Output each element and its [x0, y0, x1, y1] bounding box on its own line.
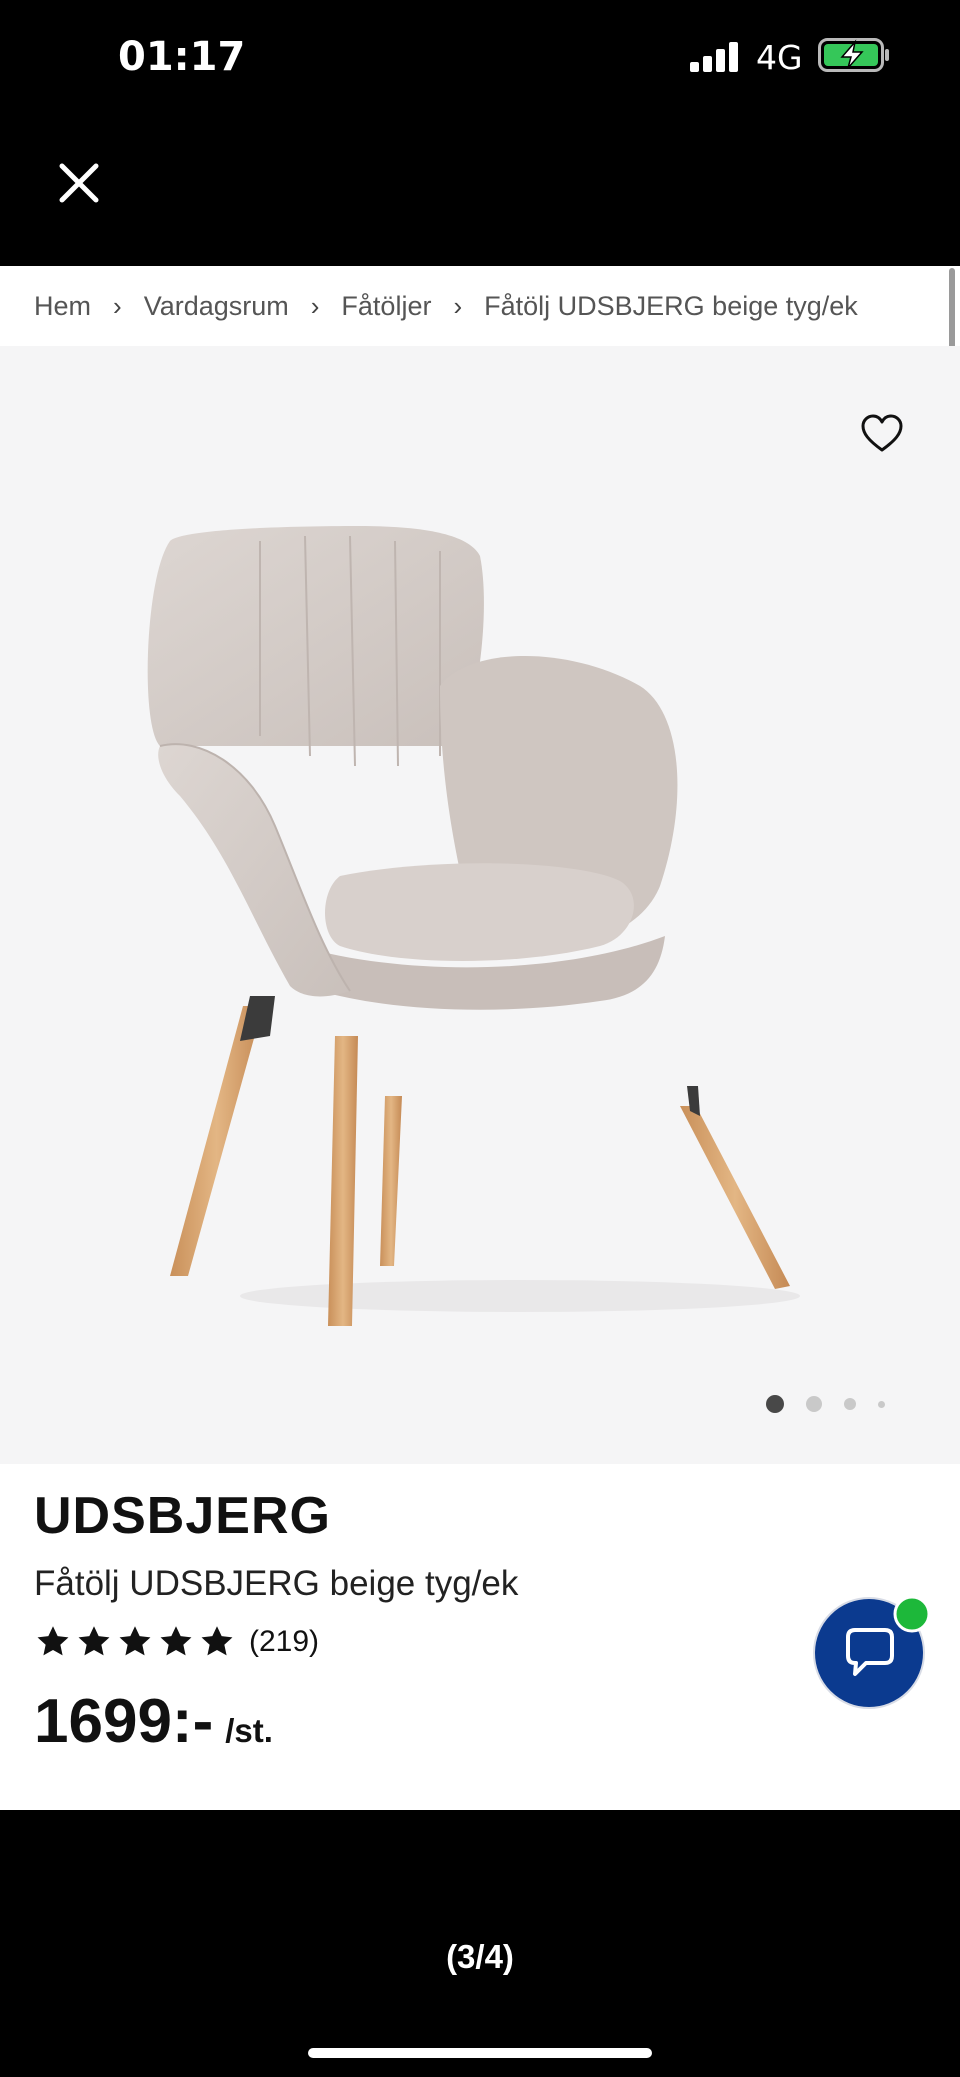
star-icon	[119, 1626, 151, 1656]
close-button[interactable]	[54, 158, 104, 208]
cellular-signal-icon	[690, 42, 738, 72]
product-brand: UDSBJERG	[34, 1487, 331, 1545]
breadcrumb-item-fatoljer[interactable]: Fåtöljer	[341, 291, 431, 322]
favorite-button[interactable]	[860, 414, 904, 454]
chevron-right-icon: ›	[113, 290, 122, 321]
pager-dot-1[interactable]	[766, 1395, 784, 1413]
product-gallery[interactable]	[0, 346, 960, 1464]
star-icon	[201, 1626, 233, 1656]
star-icon	[78, 1626, 110, 1656]
close-icon	[59, 163, 99, 203]
star-icon	[160, 1626, 192, 1656]
breadcrumb-item-current: Fåtölj UDSBJERG beige tyg/ek	[484, 290, 858, 321]
price-amount: 1699:-	[34, 1687, 214, 1756]
breadcrumb: Hem › Vardagsrum › Fåtöljer › Fåtölj UDS…	[34, 266, 858, 346]
heart-outline-icon	[861, 414, 903, 452]
online-status-dot	[893, 1595, 931, 1633]
home-indicator[interactable]	[308, 2048, 652, 2058]
breadcrumb-item-vardagsrum[interactable]: Vardagsrum	[144, 291, 289, 322]
chat-button[interactable]	[806, 1590, 932, 1716]
price-unit: /st.	[225, 1712, 273, 1749]
status-time: 01:17	[118, 34, 246, 80]
gallery-pager	[766, 1392, 907, 1416]
star-icon	[37, 1626, 69, 1656]
product-rating[interactable]: (219)	[34, 1624, 319, 1660]
chevron-right-icon: ›	[310, 290, 320, 321]
battery-charging-icon	[818, 38, 889, 72]
rating-stars	[34, 1624, 239, 1660]
viewer-page-counter: (3/4)	[446, 1938, 514, 1975]
pager-dot-3[interactable]	[844, 1398, 856, 1410]
product-price: 1699:- /st.	[34, 1686, 273, 1757]
network-type: 4G	[756, 38, 803, 77]
product-name: Fåtölj UDSBJERG beige tyg/ek	[34, 1564, 519, 1603]
status-bar: 01:17 4G	[0, 0, 960, 120]
chevron-right-icon: ›	[453, 290, 463, 321]
breadcrumb-item-hem[interactable]: Hem	[34, 291, 91, 322]
pager-dot-4[interactable]	[878, 1400, 885, 1408]
pager-dot-2[interactable]	[806, 1396, 822, 1412]
product-image	[147, 526, 800, 1326]
review-count[interactable]: (219)	[249, 1625, 319, 1659]
product-page: Hem › Vardagsrum › Fåtöljer › Fåtölj UDS…	[0, 266, 960, 1810]
